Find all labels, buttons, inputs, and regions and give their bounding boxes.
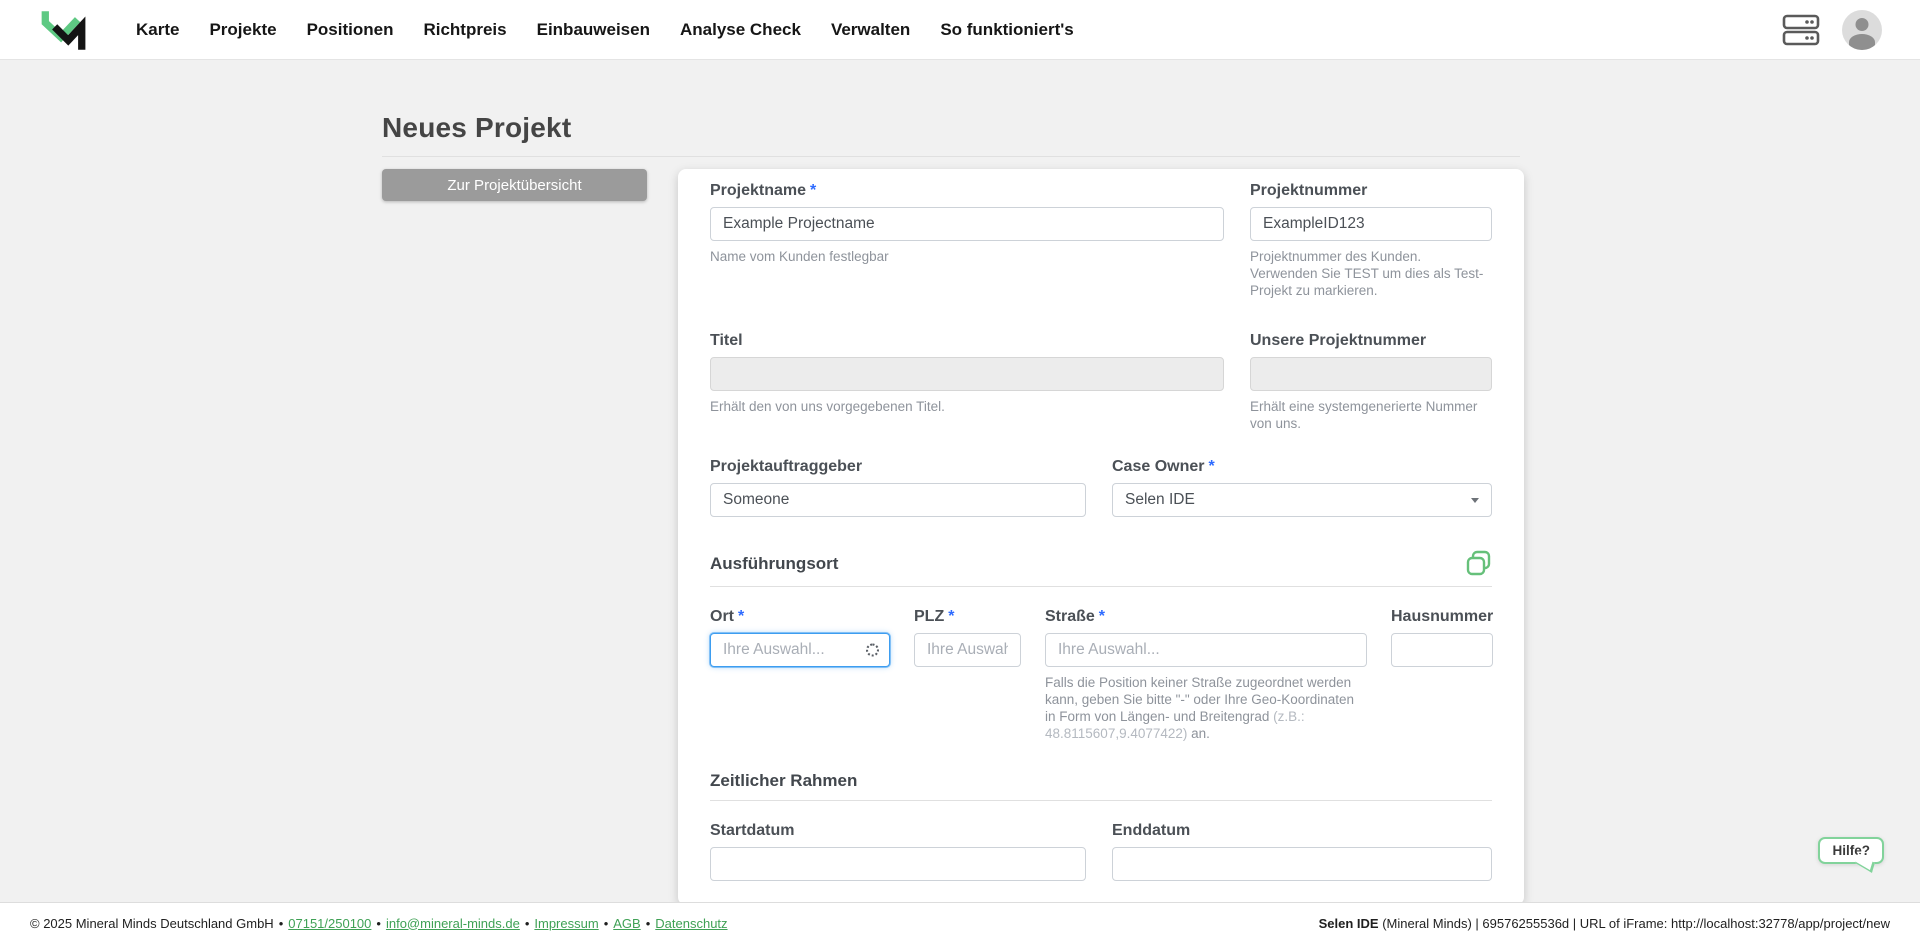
projektauftraggeber-label: Projektauftraggeber xyxy=(710,458,863,475)
startdatum-label: Startdatum xyxy=(710,822,795,839)
case-owner-selected-value: Selen IDE xyxy=(1125,491,1195,508)
field-startdatum: Startdatum xyxy=(710,822,1086,881)
field-ort: Ort * xyxy=(710,608,890,742)
section-divider xyxy=(710,586,1492,587)
hausnummer-input[interactable] xyxy=(1391,633,1494,667)
phone-link[interactable]: 07151/250100 xyxy=(288,916,371,931)
field-projektname: Projektname* Name vom Kunden festlegbar xyxy=(710,182,1224,299)
main-area: Neues Projekt Zur Projektübersicht Proje… xyxy=(0,60,1920,902)
field-strasse: Straße* Falls die Position keiner Straße… xyxy=(1045,608,1367,742)
plz-label: PLZ * xyxy=(914,608,955,625)
required-asterisk: * xyxy=(810,182,817,199)
nav-item-analyse-check[interactable]: Analyse Check xyxy=(680,14,801,46)
nav-item-verwalten[interactable]: Verwalten xyxy=(831,14,910,46)
enddatum-label: Enddatum xyxy=(1112,822,1191,839)
field-hausnummer: Hausnummer xyxy=(1391,608,1494,742)
new-project-form-card: Projektname* Name vom Kunden festlegbar … xyxy=(678,169,1524,902)
strasse-label: Straße * xyxy=(1045,608,1106,625)
section-divider xyxy=(710,800,1492,801)
footer: © 2025 Mineral Minds Deutschland GmbH • 07… xyxy=(0,902,1920,943)
projektnummer-helper: Projektnummer des Kunden. Verwenden Sie … xyxy=(1250,249,1484,298)
title-divider xyxy=(382,156,1520,157)
plz-input[interactable] xyxy=(914,633,1021,667)
nav-item-positionen[interactable]: Positionen xyxy=(307,14,394,46)
projektname-input[interactable] xyxy=(710,207,1224,241)
required-asterisk: * xyxy=(738,608,745,625)
projektnummer-input[interactable] xyxy=(1250,207,1492,241)
datenschutz-link[interactable]: Datenschutz xyxy=(655,916,727,931)
loading-spinner-icon xyxy=(866,643,879,657)
unsere-projektnummer-label: Unsere Projektnummer xyxy=(1250,332,1427,349)
projektname-helper: Name vom Kunden festlegbar xyxy=(710,249,889,264)
impressum-link[interactable]: Impressum xyxy=(534,916,598,931)
required-asterisk: * xyxy=(1208,458,1215,475)
enddatum-input[interactable] xyxy=(1112,847,1492,881)
strasse-input[interactable] xyxy=(1045,633,1367,667)
copyright-text: © 2025 Mineral Minds Deutschland GmbH xyxy=(30,915,274,931)
server-rack-icon[interactable] xyxy=(1782,13,1820,47)
titel-input xyxy=(710,357,1224,391)
field-unsere-projektnummer: Unsere Projektnummer Erhält eine systemg… xyxy=(1250,332,1492,432)
agb-link[interactable]: AGB xyxy=(613,916,640,931)
email-link[interactable]: info@mineral-minds.de xyxy=(386,916,520,931)
nav-item-so-funktionierts[interactable]: So funktioniert's xyxy=(940,14,1073,46)
section-title-zeitlicher-rahmen: Zeitlicher Rahmen xyxy=(710,771,858,790)
field-projektnummer: Projektnummer Projektnummer des Kunden. … xyxy=(1250,182,1492,299)
user-avatar-icon[interactable] xyxy=(1842,9,1882,50)
ort-input[interactable] xyxy=(710,633,890,667)
field-projektauftraggeber: Projektauftraggeber xyxy=(710,458,1086,517)
top-navbar: Karte Projekte Positionen Richtpreis Ein… xyxy=(0,0,1920,60)
brand-logo[interactable] xyxy=(38,7,88,53)
footer-left: © 2025 Mineral Minds Deutschland GmbH • 07… xyxy=(30,915,728,931)
help-button[interactable]: Hilfe? xyxy=(1818,837,1884,864)
chevron-down-icon xyxy=(1471,497,1479,503)
startdatum-input[interactable] xyxy=(710,847,1086,881)
required-asterisk: * xyxy=(1098,608,1106,625)
strasse-helper: Falls die Position keiner Straße zugeord… xyxy=(1045,675,1355,741)
unsere-projektnummer-input xyxy=(1250,357,1492,391)
nav-item-karte[interactable]: Karte xyxy=(136,14,179,46)
page-title: Neues Projekt xyxy=(382,112,572,143)
case-owner-label: Case Owner * xyxy=(1112,458,1215,475)
ort-label: Ort * xyxy=(710,608,745,625)
project-overview-button[interactable]: Zur Projektübersicht xyxy=(382,169,647,201)
titel-label: Titel xyxy=(710,332,743,349)
nav-item-richtpreis[interactable]: Richtpreis xyxy=(423,14,506,46)
section-title-ausfuehrungsort: Ausführungsort xyxy=(710,553,839,573)
environment-info: Selen IDE (Mineral Minds) | 69576255536d… xyxy=(1318,915,1890,931)
hausnummer-label: Hausnummer xyxy=(1391,608,1494,625)
projektauftraggeber-input[interactable] xyxy=(710,483,1086,517)
projektnummer-label: Projektnummer xyxy=(1250,182,1368,199)
projektname-label: Projektname * xyxy=(710,182,817,199)
nav-item-einbauweisen[interactable]: Einbauweisen xyxy=(537,14,650,46)
main-navigation: Karte Projekte Positionen Richtpreis Ein… xyxy=(136,14,1074,46)
unsere-projektnummer-helper: Erhält eine systemgenerierte Nummer von … xyxy=(1250,399,1478,431)
field-titel: Titel Erhält den von uns vorgegebenen Ti… xyxy=(710,332,1224,432)
nav-item-projekte[interactable]: Projekte xyxy=(209,14,276,46)
copy-icon[interactable] xyxy=(1465,550,1492,577)
field-case-owner: Case Owner * Selen IDE xyxy=(1112,458,1492,517)
titel-helper: Erhält den von uns vorgegebenen Titel. xyxy=(710,399,945,414)
case-owner-select[interactable]: Selen IDE xyxy=(1112,483,1492,517)
field-enddatum: Enddatum xyxy=(1112,822,1492,881)
field-plz: PLZ * xyxy=(914,608,1021,742)
required-asterisk: * xyxy=(948,608,955,625)
